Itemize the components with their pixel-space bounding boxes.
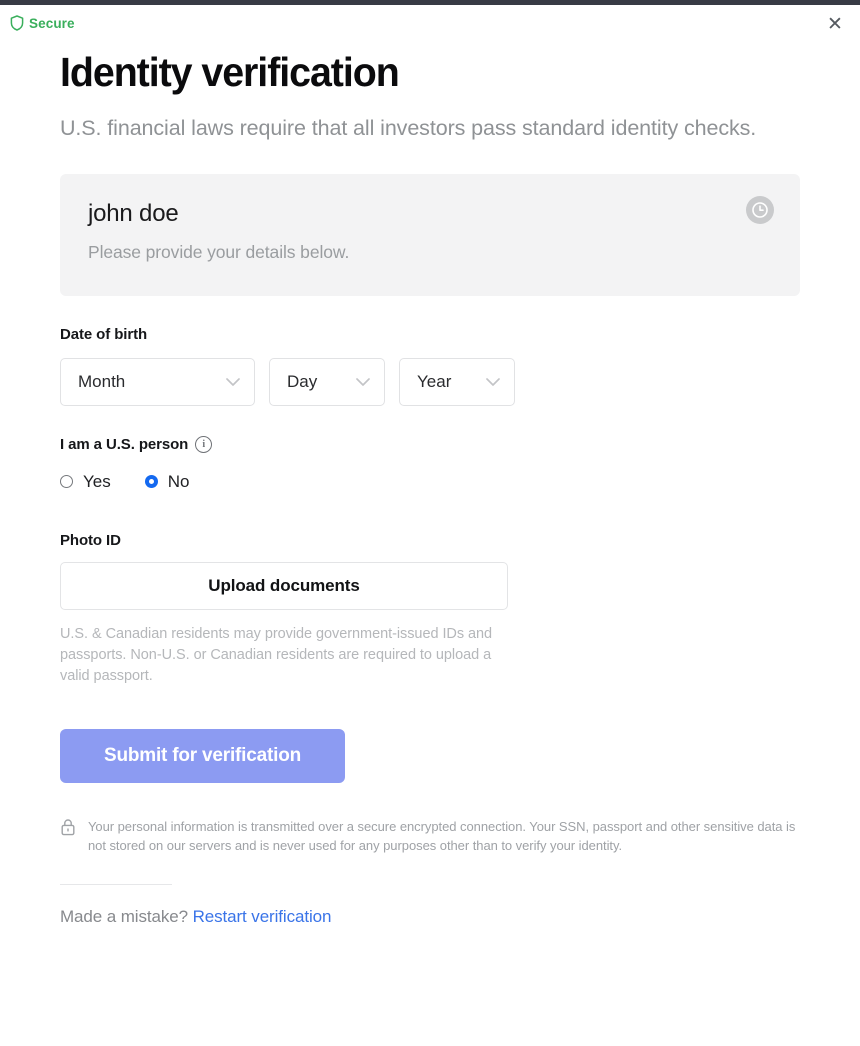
photo-id-group: Photo ID Upload documents U.S. & Canadia… — [60, 532, 800, 687]
clock-pending-icon — [746, 196, 774, 224]
close-icon[interactable]: ✕ — [822, 11, 848, 37]
us-person-label-text: I am a U.S. person — [60, 436, 188, 453]
status-message: Please provide your details below. — [88, 242, 772, 263]
security-note: Your personal information is transmitted… — [60, 817, 805, 856]
chevron-down-icon — [226, 372, 240, 392]
date-of-birth-label: Date of birth — [60, 326, 800, 343]
us-person-radio-group: Yes No — [60, 472, 800, 492]
upload-help-text: U.S. & Canadian residents may provide go… — [60, 624, 510, 687]
user-name: john doe — [88, 200, 772, 228]
month-select[interactable]: Month — [60, 358, 255, 406]
photo-id-label-text: Photo ID — [60, 532, 121, 549]
restart-verification-link[interactable]: Restart verification — [193, 907, 332, 926]
main-content: Identity verification U.S. financial law… — [0, 51, 860, 927]
footer-divider — [60, 884, 172, 885]
page-title: Identity verification — [60, 51, 770, 94]
radio-icon-yes — [60, 475, 73, 488]
radio-label-yes: Yes — [83, 472, 111, 492]
day-select-value: Day — [287, 372, 317, 392]
radio-option-yes[interactable]: Yes — [60, 472, 111, 492]
shield-icon — [10, 15, 24, 31]
restart-row: Made a mistake? Restart verification — [60, 907, 800, 927]
upload-documents-button[interactable]: Upload documents — [60, 562, 508, 610]
date-of-birth-label-text: Date of birth — [60, 326, 147, 343]
secure-badge: Secure — [10, 15, 75, 31]
year-select-value: Year — [417, 372, 451, 392]
page-subtitle: U.S. financial laws require that all inv… — [60, 114, 800, 143]
security-note-text: Your personal information is transmitted… — [88, 817, 805, 856]
submit-for-verification-button[interactable]: Submit for verification — [60, 729, 345, 783]
date-of-birth-row: Month Day Year — [60, 358, 800, 406]
us-person-label: I am a U.S. person i — [60, 436, 800, 453]
year-select[interactable]: Year — [399, 358, 515, 406]
radio-option-no[interactable]: No — [145, 472, 190, 492]
us-person-group: I am a U.S. person i Yes No — [60, 436, 800, 492]
radio-icon-no — [145, 475, 158, 488]
status-card: john doe Please provide your details bel… — [60, 174, 800, 296]
chevron-down-icon — [356, 372, 370, 392]
secure-label: Secure — [29, 16, 75, 31]
radio-label-no: No — [168, 472, 190, 492]
mistake-text: Made a mistake? — [60, 907, 188, 926]
day-select[interactable]: Day — [269, 358, 385, 406]
info-icon[interactable]: i — [195, 436, 212, 453]
topbar: Secure ✕ — [0, 5, 860, 39]
month-select-value: Month — [78, 372, 125, 392]
photo-id-label: Photo ID — [60, 532, 800, 549]
chevron-down-icon — [486, 372, 500, 392]
date-of-birth-group: Date of birth Month Day Year — [60, 326, 800, 406]
lock-icon — [60, 818, 76, 841]
